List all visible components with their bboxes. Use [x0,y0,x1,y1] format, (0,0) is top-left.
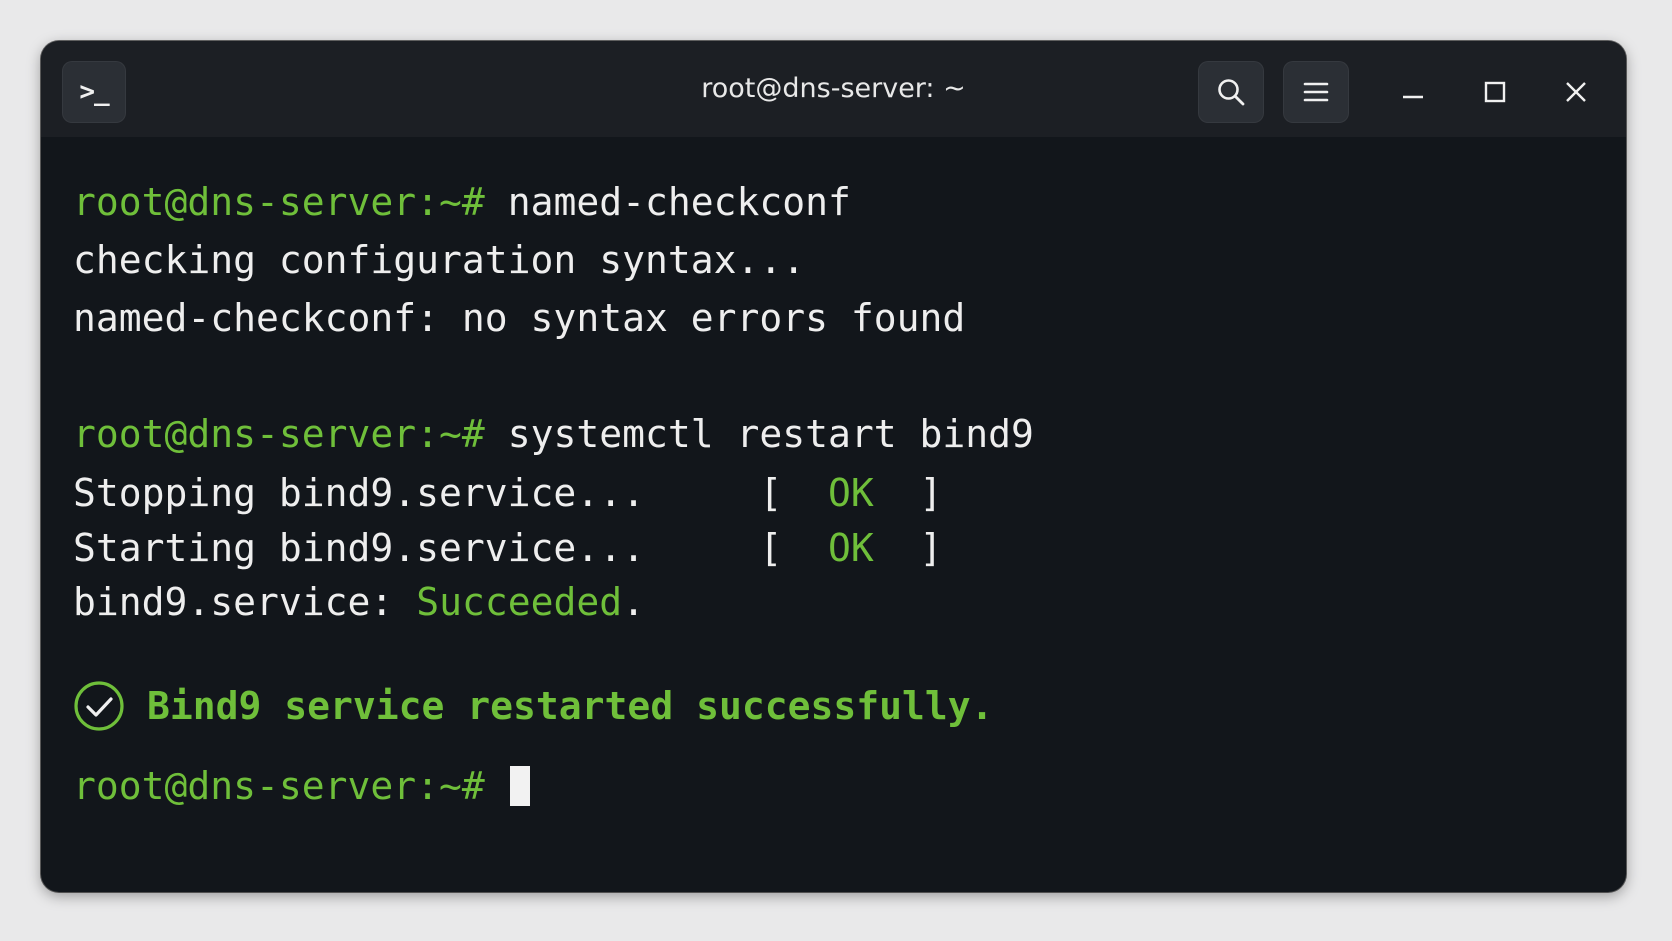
minimize-icon [1403,95,1423,99]
period: . [622,580,645,624]
minimize-button[interactable] [1384,63,1442,121]
new-terminal-button[interactable]: >_ [62,61,126,123]
close-button[interactable] [1547,63,1605,121]
title-bar[interactable]: >_ root@dns-server: ~ [41,41,1626,137]
terminal-icon: >_ [79,77,109,107]
terminal-output[interactable]: root@dns-server:~# named-checkconf check… [41,137,1626,892]
terminal-line-3: named-checkconf: no syntax errors found [73,296,966,340]
text-cursor [509,766,530,806]
menu-button[interactable] [1283,61,1349,123]
hamburger-menu-icon [1303,82,1329,102]
service-start-text: Starting bind9.service... [73,526,645,570]
prompt: root@dns-server:~# [73,764,485,808]
search-icon [1218,79,1245,106]
command-text: systemctl restart bind9 [507,412,1034,456]
status-bracket-open: [ [759,526,783,570]
terminal-line-1: root@dns-server:~# named-checkconf [73,178,851,226]
command-text: named-checkconf [507,180,851,224]
terminal-window: >_ root@dns-server: ~ root@dns-server:~#… [41,41,1626,892]
search-button[interactable] [1198,61,1264,123]
status-bracket-close: ] [919,526,943,570]
terminal-line-4: root@dns-server:~# systemctl restart bin… [73,410,1034,458]
status-bracket-close: ] [919,471,943,515]
service-stop-text: Stopping bind9.service... [73,471,645,515]
terminal-line-6: Starting bind9.service... [ OK ] [73,524,942,572]
terminal-line-5: Stopping bind9.service... [ OK ] [73,469,942,517]
terminal-line-7: bind9.service: Succeeded. [73,578,645,626]
status-bracket-open: [ [759,471,783,515]
prompt: root@dns-server:~# [73,180,485,224]
status-ok: OK [828,526,874,570]
success-message: Bind9 service restarted successfully. [73,678,993,734]
service-label: bind9.service: [73,580,394,624]
prompt: root@dns-server:~# [73,412,485,456]
maximize-button[interactable] [1466,63,1524,121]
success-text: Bind9 service restarted successfully. [147,684,994,728]
status-succeeded: Succeeded [416,580,623,624]
check-circle-icon [74,681,124,731]
terminal-line-final: root@dns-server:~# [73,762,530,810]
status-ok: OK [828,471,874,515]
close-icon [1566,82,1586,102]
terminal-line-2: checking configuration syntax... [73,238,806,282]
maximize-icon [1484,81,1506,103]
